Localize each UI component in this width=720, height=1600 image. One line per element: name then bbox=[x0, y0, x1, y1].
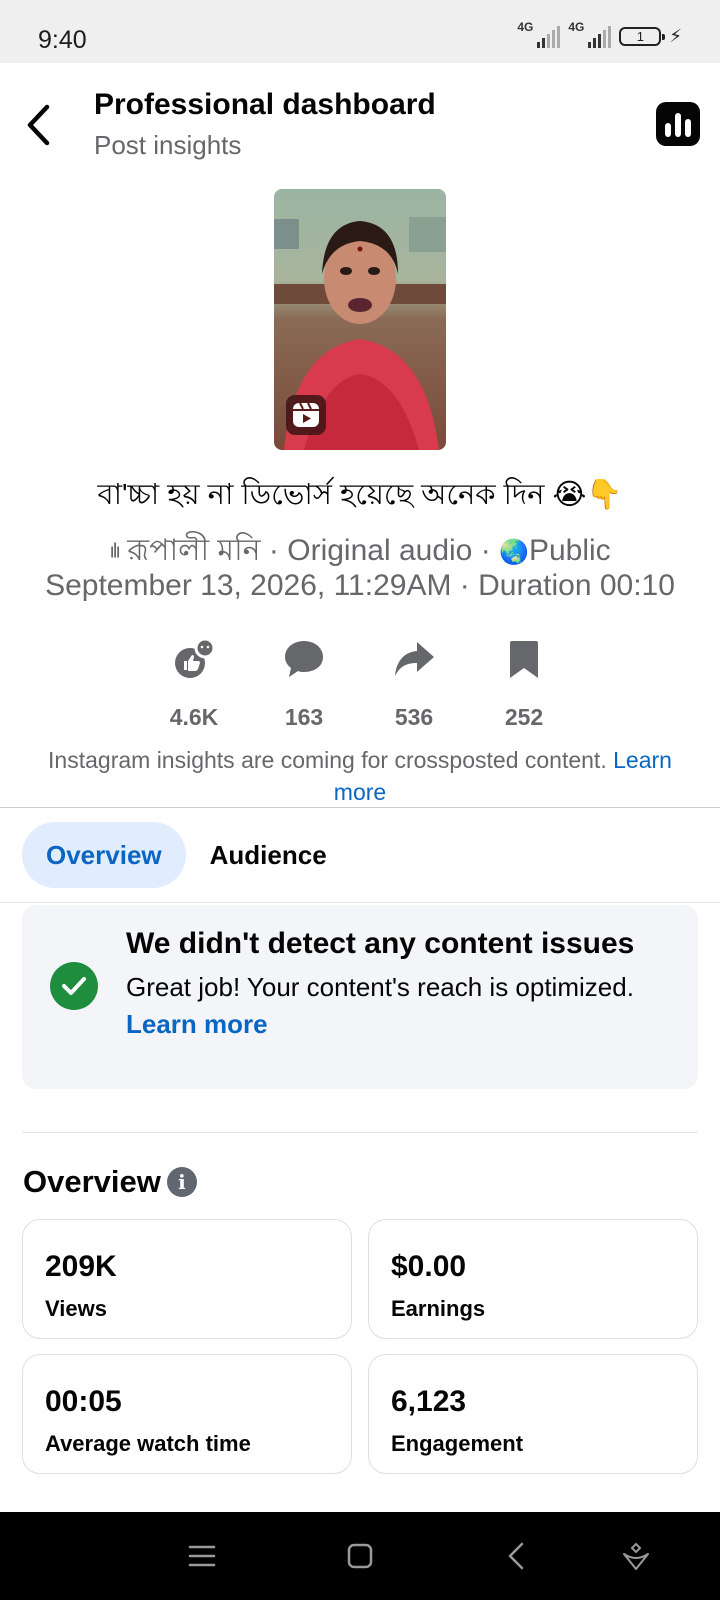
status-time: 9:40 bbox=[38, 26, 87, 54]
reels-icon bbox=[286, 395, 326, 435]
back-arrow-icon bbox=[27, 104, 50, 146]
tab-overview[interactable]: Overview bbox=[22, 822, 186, 888]
post-thumbnail[interactable] bbox=[274, 189, 446, 450]
page-subtitle: Post insights bbox=[94, 130, 242, 160]
issues-body-text: Great job! Your content's reach is optim… bbox=[126, 972, 634, 1002]
home-button[interactable] bbox=[338, 1534, 382, 1578]
info-icon[interactable]: i bbox=[166, 1167, 197, 1197]
divider bbox=[22, 1132, 698, 1133]
charging-icon: ⚡ bbox=[669, 25, 682, 46]
views-value: 209K bbox=[45, 1250, 117, 1283]
globe-icon: 🌏 bbox=[499, 539, 529, 566]
assistant-button[interactable] bbox=[614, 1534, 658, 1578]
separator: · bbox=[459, 569, 479, 602]
tab-audience[interactable]: Audience bbox=[208, 822, 351, 888]
share-icon bbox=[395, 642, 434, 676]
comments-count: 163 bbox=[284, 704, 324, 730]
reactions-icon bbox=[175, 637, 216, 678]
post-duration: Duration 00:10 bbox=[478, 569, 675, 602]
bookmark-icon bbox=[510, 641, 538, 678]
author-name[interactable]: রূপালী মনি bbox=[127, 534, 260, 567]
network-type-label-2: 4G bbox=[568, 20, 585, 34]
page-title: Professional dashboard bbox=[94, 88, 436, 121]
menu-button[interactable] bbox=[180, 1534, 224, 1578]
audio-label[interactable]: Original audio bbox=[287, 534, 472, 567]
watch-time-label: Average watch time bbox=[45, 1431, 251, 1456]
issues-body: Great job! Your content's reach is optim… bbox=[126, 969, 646, 1043]
post-date: September 13, 2026, 11:29AM bbox=[45, 569, 452, 602]
instagram-insights-note: Instagram insights are coming for crossp… bbox=[20, 744, 700, 808]
overview-section-title: Overview i bbox=[23, 1164, 197, 1200]
content-issues-card: We didn't detect any content issues Grea… bbox=[22, 905, 698, 1089]
watch-time-value: 00:05 bbox=[45, 1385, 122, 1418]
reactions-metric[interactable]: 4.6K bbox=[139, 634, 249, 731]
check-circle-icon bbox=[50, 962, 98, 1010]
status-icons: 4G 4G 1 ⚡ bbox=[517, 20, 682, 48]
comments-metric[interactable]: 163 bbox=[249, 634, 359, 731]
home-icon bbox=[347, 1543, 373, 1569]
menu-icon bbox=[188, 1545, 216, 1567]
saves-count: 252 bbox=[504, 704, 544, 730]
status-bar: 9:40 4G 4G 1 ⚡ bbox=[0, 0, 720, 63]
earnings-label: Earnings bbox=[391, 1296, 486, 1321]
views-label: Views bbox=[45, 1296, 107, 1321]
issues-learn-more-link[interactable]: Learn more bbox=[126, 1009, 268, 1039]
shares-count: 536 bbox=[394, 704, 434, 730]
tab-bar: Overview Audience bbox=[22, 822, 351, 888]
comment-icon bbox=[285, 641, 323, 677]
back-button[interactable] bbox=[18, 98, 58, 152]
watch-time-card[interactable]: 00:05 Average watch time bbox=[22, 1354, 352, 1474]
bar-chart-icon bbox=[665, 123, 671, 137]
shares-metric[interactable]: 536 bbox=[359, 634, 469, 731]
battery-icon: 1 bbox=[619, 26, 666, 46]
separator: · bbox=[268, 534, 288, 567]
assistant-icon bbox=[623, 1542, 649, 1570]
signal-icon: 4G bbox=[517, 20, 561, 48]
network-type-label: 4G bbox=[517, 20, 534, 34]
privacy-label: Public bbox=[528, 534, 611, 567]
system-nav-bar bbox=[0, 1512, 720, 1600]
system-back-button[interactable] bbox=[494, 1534, 538, 1578]
post-date-line: September 13, 2026, 11:29AM · Duration 0… bbox=[0, 569, 720, 603]
divider bbox=[0, 807, 720, 808]
audio-wave-icon: ılı bbox=[109, 540, 120, 563]
back-icon bbox=[508, 1542, 524, 1570]
views-card[interactable]: 209K Views bbox=[22, 1219, 352, 1339]
saves-metric[interactable]: 252 bbox=[469, 634, 579, 731]
engagement-value: 6,123 bbox=[391, 1385, 467, 1418]
divider bbox=[0, 902, 720, 903]
overview-heading: Overview bbox=[23, 1164, 161, 1199]
engagement-card[interactable]: 6,123 Engagement bbox=[368, 1354, 698, 1474]
issues-title: We didn't detect any content issues bbox=[126, 927, 635, 960]
engagement-label: Engagement bbox=[391, 1431, 524, 1456]
earnings-card[interactable]: $0.00 Earnings bbox=[368, 1219, 698, 1339]
insights-note-text: Instagram insights are coming for crossp… bbox=[48, 747, 607, 773]
signal-icon-2: 4G bbox=[568, 20, 612, 48]
earnings-value: $0.00 bbox=[391, 1250, 467, 1283]
insights-chart-button[interactable] bbox=[656, 102, 700, 146]
post-caption: বা'চ্চা হয় না ডিভোর্স হয়েছে অনেক দিন 😭… bbox=[97, 479, 623, 511]
reactions-count: 4.6K bbox=[169, 704, 219, 730]
separator: · bbox=[480, 534, 500, 567]
